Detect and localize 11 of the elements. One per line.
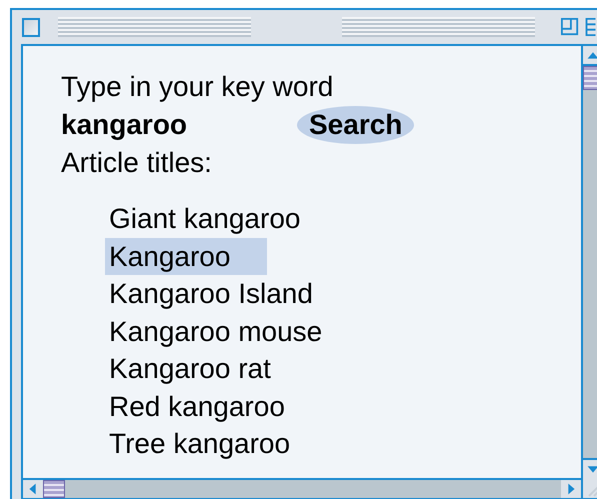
article-title[interactable]: Giant kangaroo — [105, 200, 304, 238]
keyword-field[interactable]: kangaroo — [61, 109, 297, 141]
article-title[interactable]: Tree kangaroo — [105, 425, 294, 462]
prompt-text: Type in your key word — [61, 70, 334, 104]
results-label: Article titles: — [61, 146, 213, 180]
article-title[interactable]: Kangaroo mouse — [105, 312, 326, 350]
article-title[interactable]: Red kangaroo — [105, 388, 289, 425]
search-button[interactable]: Search — [297, 106, 414, 144]
article-title[interactable]: Kangaroo Island — [105, 275, 317, 312]
article-title[interactable]: Kangaroo — [105, 238, 267, 275]
article-title[interactable]: Kangaroo rat — [105, 350, 275, 388]
